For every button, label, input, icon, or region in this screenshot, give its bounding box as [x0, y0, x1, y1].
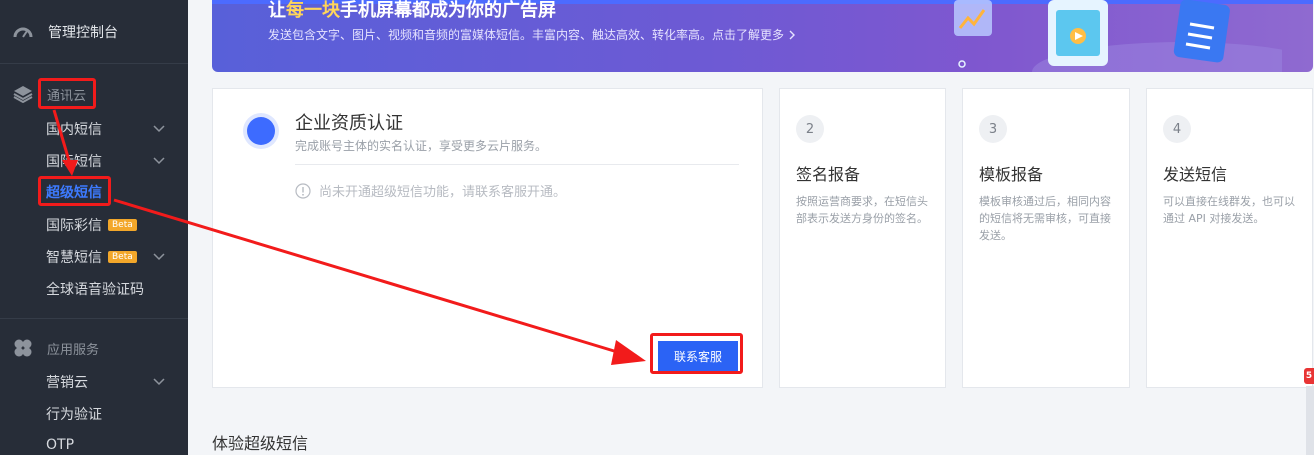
beta-badge: Beta: [108, 251, 137, 263]
step-number: 2: [796, 115, 824, 143]
chevron-right-icon: [789, 30, 795, 40]
step-description: 可以直接在线群发，也可以通过 API 对接发送。: [1163, 195, 1295, 225]
chevron-down-icon: [153, 157, 165, 165]
banner-title: 让每一块手机屏幕都成为你的广告屏: [268, 0, 556, 21]
step-subtitle: 完成账号主体的实名认证，享受更多云片服务。: [295, 139, 548, 153]
notice-message: 尚未开通超级短信功能，请联系客服开通。: [295, 181, 566, 200]
step-card-signature: 2 签名报备 按照运营商要求，在短信头部表示发送方身份的签名。: [779, 88, 946, 388]
step-card-qualification: 企业资质认证 完成账号主体的实名认证，享受更多云片服务。 尚未开通超级短信功能，…: [212, 88, 763, 388]
layers-icon: [12, 83, 34, 105]
step-number: 4: [1163, 115, 1191, 143]
step-indicator-active: [247, 117, 275, 145]
chevron-down-icon: [153, 378, 165, 386]
side-panel-handle[interactable]: [1306, 386, 1314, 455]
sidebar-group-comm[interactable]: 通讯云: [0, 80, 188, 108]
info-icon: [295, 182, 311, 199]
promo-banner[interactable]: 让每一块手机屏幕都成为你的广告屏 发送包含文字、图片、视频和音频的富媒体短信。丰…: [212, 0, 1313, 72]
banner-subtitle: 发送包含文字、图片、视频和音频的富媒体短信。丰富内容、触达高效、转化率高。点击了…: [268, 26, 796, 43]
beta-badge: Beta: [108, 219, 137, 231]
sidebar-item-voice-otp[interactable]: 全球语音验证码: [46, 277, 188, 301]
sidebar-group-app[interactable]: 应用服务: [0, 334, 188, 362]
sidebar-item-super-sms[interactable]: 超级短信: [46, 180, 188, 204]
step-title: 签名报备: [796, 165, 861, 184]
notification-badge[interactable]: 5: [1304, 368, 1314, 384]
step-card-send: 4 发送短信 可以直接在线群发，也可以通过 API 对接发送。: [1146, 88, 1313, 388]
step-number: 3: [979, 115, 1007, 143]
banner-illustration: [954, 0, 1282, 72]
step-card-template: 3 模板报备 模板审核通过后，相同内容的短信将无需审核，可直接发送。: [962, 88, 1130, 388]
step-description: 模板审核通过后，相同内容的短信将无需审核，可直接发送。: [979, 195, 1111, 242]
sidebar-item-intl-mms[interactable]: 国际彩信 Beta: [46, 213, 188, 237]
section-title: 体验超级短信: [212, 434, 309, 453]
sidebar-item-behavior-verify[interactable]: 行为验证: [46, 402, 188, 426]
contact-support-button[interactable]: 联系客服: [658, 341, 738, 371]
step-title: 发送短信: [1163, 165, 1228, 184]
divider: [295, 164, 739, 165]
step-title: 企业资质认证: [295, 113, 403, 134]
sidebar-item-domestic-sms[interactable]: 国内短信: [46, 117, 188, 141]
sidebar-item-intl-sms[interactable]: 国际短信: [46, 149, 188, 173]
sidebar: 管理控制台 通讯云 国内短信 国际短信 超级短信 国际彩信 Beta 智慧短信 …: [0, 0, 188, 455]
dashboard-gauge-icon: [12, 21, 34, 43]
sidebar-dashboard-link[interactable]: 管理控制台: [0, 0, 188, 64]
sidebar-dashboard-label: 管理控制台: [48, 24, 118, 41]
sidebar-item-otp[interactable]: OTP: [46, 433, 188, 455]
chevron-down-icon: [153, 125, 165, 133]
sidebar-item-marketing-cloud[interactable]: 营销云: [46, 370, 188, 394]
clover-icon: [12, 337, 34, 359]
sidebar-group-app-label: 应用服务: [47, 342, 100, 358]
chevron-down-icon: [153, 253, 165, 261]
step-description: 按照运营商要求，在短信头部表示发送方身份的签名。: [796, 195, 928, 225]
sidebar-divider: [0, 318, 188, 319]
sidebar-group-comm-label: 通讯云: [47, 88, 87, 104]
sidebar-item-smart-sms[interactable]: 智慧短信 Beta: [46, 245, 188, 269]
step-title: 模板报备: [979, 165, 1044, 184]
